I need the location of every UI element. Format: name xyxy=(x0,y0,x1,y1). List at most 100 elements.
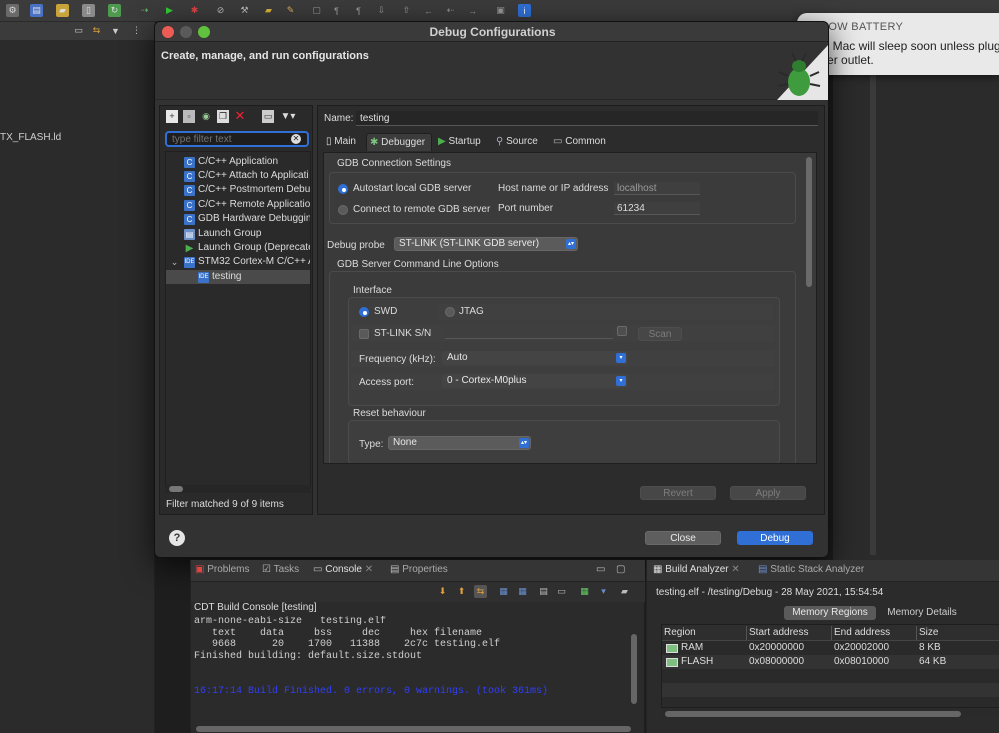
document-icon[interactable]: ▯ xyxy=(82,4,95,17)
apply-button[interactable]: Apply xyxy=(730,486,806,500)
view-menu-icon[interactable]: ⋮ xyxy=(130,24,143,37)
open-console-icon[interactable]: ▦ xyxy=(578,585,591,598)
word-wrap-icon[interactable]: ⇆ xyxy=(474,585,487,598)
stlink-sn-input[interactable] xyxy=(445,326,613,339)
pilcrow-icon[interactable]: ¶ xyxy=(352,4,365,17)
close-tab-icon[interactable]: ✕ xyxy=(731,564,739,575)
clear-filter-icon[interactable]: ✕ xyxy=(291,134,301,144)
console-vertical-scrollbar[interactable] xyxy=(631,634,637,704)
linker-file-item[interactable]: TX_FLASH.ld xyxy=(0,132,61,143)
new-configuration-icon[interactable]: + xyxy=(166,110,178,123)
scrollbar-thumb[interactable] xyxy=(665,711,961,717)
close-button[interactable]: Close xyxy=(645,531,721,545)
pin-icon[interactable]: ▤ xyxy=(537,585,550,598)
tab-main[interactable]: ▯ Main xyxy=(323,133,365,151)
minimize-icon[interactable]: ▭ xyxy=(596,564,605,575)
new-icon[interactable]: ▤ xyxy=(30,4,43,17)
tab-common[interactable]: ▭ Common xyxy=(550,133,614,151)
stlink-sn-checkbox[interactable] xyxy=(359,329,369,339)
chevron-down-icon[interactable]: ⌄ xyxy=(169,257,180,268)
close-tab-icon[interactable]: ✕ xyxy=(365,564,373,575)
tool-icon[interactable]: ⚒ xyxy=(238,4,251,17)
tab-console[interactable]: ▭ Console ✕ xyxy=(313,564,373,575)
export-icon[interactable]: ◉ xyxy=(200,110,212,123)
debug-bug-icon[interactable]: ✱ xyxy=(188,4,201,17)
console-output[interactable]: arm-none-eabi-size testing.elf text data… xyxy=(194,616,624,716)
filter-input[interactable] xyxy=(165,131,309,147)
filter-icon[interactable]: ▼ xyxy=(109,24,122,37)
tree-item-launch-group[interactable]: ▤ Launch Group xyxy=(166,227,310,241)
revert-button[interactable]: Revert xyxy=(640,486,716,500)
debug-icon[interactable]: ⚙ xyxy=(6,4,19,17)
table-row[interactable]: FLASH 0x08000000 0x08010000 64 KB xyxy=(662,655,999,669)
tree-item-testing[interactable]: IDE testing xyxy=(166,270,310,284)
debug-button[interactable]: Debug xyxy=(737,531,813,545)
autostart-radio[interactable] xyxy=(338,184,348,194)
stlink-sn-dropdown[interactable] xyxy=(617,326,627,336)
filter-icon[interactable]: ▼▾ xyxy=(280,110,296,123)
run-icon[interactable]: ▶ xyxy=(163,4,176,17)
annotation-icon[interactable]: ▢ xyxy=(310,4,323,17)
tab-debugger[interactable]: ✱ Debugger xyxy=(366,133,432,151)
tab-build-analyzer[interactable]: ▦ Build Analyzer ✕ xyxy=(653,564,740,575)
disconnect-icon[interactable]: ⊘ xyxy=(214,4,227,17)
info-icon[interactable]: i xyxy=(518,4,531,17)
host-input[interactable]: localhost xyxy=(614,182,700,195)
scrollbar-thumb[interactable] xyxy=(196,726,631,732)
column-header[interactable]: Start address xyxy=(747,626,832,640)
copy-icon[interactable]: ▦ xyxy=(497,585,510,598)
tree-item-cpp-remote[interactable]: C C/C++ Remote Application xyxy=(166,198,310,212)
tree-item-cpp-postmortem[interactable]: C C/C++ Postmortem Debug xyxy=(166,183,310,197)
table-row[interactable]: RAM 0x20000000 0x20002000 8 KB xyxy=(662,641,999,655)
pencil-icon[interactable]: ✎ xyxy=(284,4,297,17)
delete-icon[interactable]: ✕ xyxy=(234,109,246,122)
column-header[interactable]: Region xyxy=(662,626,747,640)
next-annotation-icon[interactable]: ⇩ xyxy=(375,4,388,17)
scrollbar-thumb[interactable] xyxy=(169,486,183,492)
new-prototype-icon[interactable]: ▫ xyxy=(183,110,195,123)
collapse-all-icon[interactable]: ▭ xyxy=(72,24,85,37)
back-dropdown-icon[interactable]: ⇠ xyxy=(444,4,457,17)
maximize-icon[interactable]: ▢ xyxy=(616,564,625,575)
display-icon[interactable]: ▭ xyxy=(555,585,568,598)
connect-remote-radio[interactable] xyxy=(338,205,348,215)
collapse-all-icon[interactable]: ▭ xyxy=(262,110,274,123)
tree-item-stm32[interactable]: ⌄ IDE STM32 Cortex-M C/C++ A xyxy=(166,255,310,269)
table-horizontal-scrollbar[interactable] xyxy=(661,710,999,718)
new-console-icon[interactable]: ▰ xyxy=(618,585,631,598)
console-horizontal-scrollbar[interactable] xyxy=(191,725,631,733)
tree-item-launch-group-deprecated[interactable]: ▶ Launch Group (Deprecate xyxy=(166,241,310,255)
back-icon[interactable]: ← xyxy=(422,4,435,17)
tree-item-cpp-application[interactable]: C C/C++ Application xyxy=(166,155,310,169)
help-icon[interactable]: ? xyxy=(169,530,185,546)
frequency-select[interactable]: Auto ▾ xyxy=(442,351,628,365)
access-port-select[interactable]: 0 - Cortex-M0plus ▾ xyxy=(442,374,628,388)
console-select-icon[interactable]: ▾ xyxy=(597,585,610,598)
scroll-up-icon[interactable]: ⬆ xyxy=(455,585,468,598)
tree-item-cpp-attach[interactable]: C C/C++ Attach to Applicati xyxy=(166,169,310,183)
link-editor-icon[interactable]: ⇆ xyxy=(90,24,103,37)
tree-item-gdb-hardware[interactable]: C GDB Hardware Debugging xyxy=(166,212,310,226)
prev-annotation-icon[interactable]: ⇧ xyxy=(400,4,413,17)
duplicate-icon[interactable]: ❐ xyxy=(217,110,229,123)
refresh-icon[interactable]: ↻ xyxy=(108,4,121,17)
column-header[interactable]: Size xyxy=(917,626,999,640)
debug-probe-select[interactable]: ST-LINK (ST-LINK GDB server) ▴▾ xyxy=(394,237,578,251)
perspective-icon[interactable]: ▣ xyxy=(494,4,507,17)
swd-radio[interactable] xyxy=(359,307,369,317)
folder-icon[interactable]: ▰ xyxy=(56,4,69,17)
tab-source[interactable]: ⚲ Source xyxy=(493,133,549,151)
jtag-radio[interactable] xyxy=(445,307,455,317)
scan-button[interactable]: Scan xyxy=(638,327,682,341)
vertical-scrollbar[interactable] xyxy=(806,157,812,287)
clear-console-icon[interactable]: ▦ xyxy=(516,585,529,598)
step-icon[interactable]: ⇢ xyxy=(138,4,151,17)
open-folder-icon[interactable]: ▰ xyxy=(262,4,275,17)
name-input[interactable] xyxy=(356,111,818,126)
tab-static-stack-analyzer[interactable]: ▤ Static Stack Analyzer xyxy=(758,564,864,575)
tab-memory-regions[interactable]: Memory Regions xyxy=(784,606,876,620)
tab-memory-details[interactable]: Memory Details xyxy=(880,606,964,620)
reset-type-select[interactable]: None ▴▾ xyxy=(388,436,531,450)
port-input[interactable]: 61234 xyxy=(614,202,700,215)
tab-tasks[interactable]: ☑ Tasks xyxy=(262,564,299,575)
